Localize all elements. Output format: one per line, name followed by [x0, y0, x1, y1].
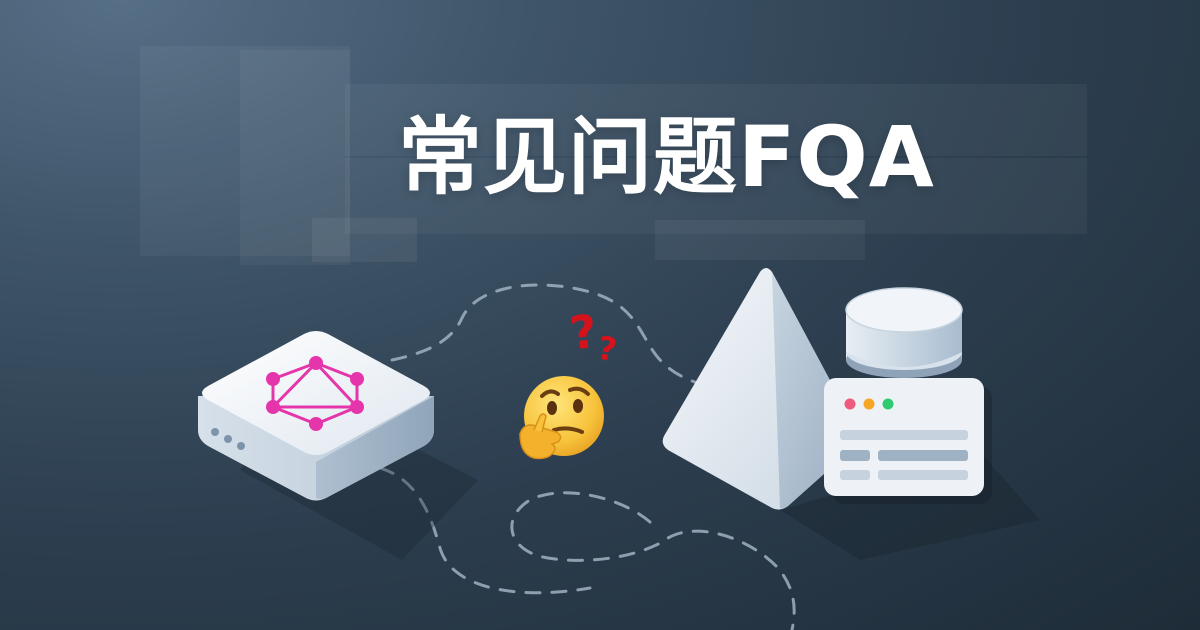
svg-text:?: ? [567, 304, 601, 361]
question-marks-icon: ? ? [567, 304, 620, 370]
banner-canvas: 常见问题FQA ? ? [0, 0, 1200, 630]
svg-text:?: ? [595, 329, 620, 370]
window-maximize-dot [882, 398, 894, 410]
window-minimize-dot [863, 398, 875, 410]
browser-window-icon [824, 378, 992, 504]
database-icon [845, 287, 963, 378]
graphql-server-icon [198, 331, 478, 560]
illustration: ? ? [198, 268, 1040, 630]
thinking-face-icon [519, 376, 604, 460]
window-close-dot [844, 398, 856, 410]
